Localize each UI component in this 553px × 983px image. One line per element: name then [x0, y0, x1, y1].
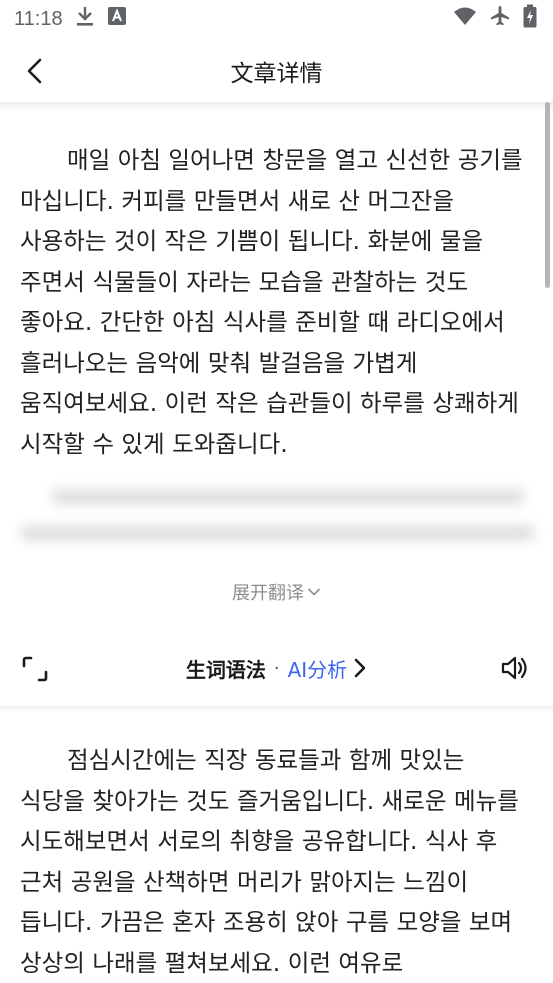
chevron-down-icon — [307, 588, 321, 596]
a-app-icon — [107, 6, 127, 32]
page-title: 文章详情 — [230, 61, 323, 87]
app-header: 文章详情 — [0, 40, 553, 102]
wifi-icon — [453, 6, 477, 32]
chevron-left-icon — [27, 58, 42, 84]
vocab-grammar-link[interactable]: 生词语法 — [186, 654, 266, 683]
ai-analysis-link[interactable]: AI分析 — [288, 654, 348, 683]
chevron-right-icon[interactable] — [353, 657, 367, 679]
battery-charging-icon — [523, 4, 537, 34]
scrollbar[interactable] — [545, 102, 550, 288]
expand-translation-label: 展开翻译 — [232, 583, 304, 604]
analysis-toolbar: 生词语法 · AI分析 — [0, 640, 553, 696]
article-paragraph-1[interactable]: 매일 아침 일어나면 창문을 열고 신선한 공기를 마십니다. 커피를 만들면서… — [20, 140, 535, 464]
status-time: 11:18 — [14, 7, 63, 30]
status-bar: 11:18 — [0, 0, 553, 38]
toolbar-separator: · — [273, 657, 280, 679]
airplane-mode-icon — [489, 5, 511, 33]
download-icon — [75, 5, 95, 33]
expand-translation-button[interactable]: 展开翻译 — [0, 577, 553, 607]
back-button[interactable] — [18, 54, 52, 88]
scan-frame-button[interactable] — [20, 654, 50, 684]
article-paragraph-2[interactable]: 점심시간에는 직장 동료들과 함께 맛있는 식당을 찾아가는 것도 즐거움입니다… — [20, 740, 535, 983]
translation-blurred-preview — [20, 490, 535, 562]
toolbar-divider — [0, 706, 553, 711]
status-left: 11:18 — [14, 5, 127, 33]
scan-frame-icon — [22, 656, 48, 682]
header-divider — [0, 102, 553, 112]
audio-button[interactable] — [499, 652, 531, 684]
status-right — [453, 4, 537, 34]
speaker-icon — [501, 656, 527, 680]
toolbar-center: 生词语法 · AI分析 — [186, 654, 367, 683]
